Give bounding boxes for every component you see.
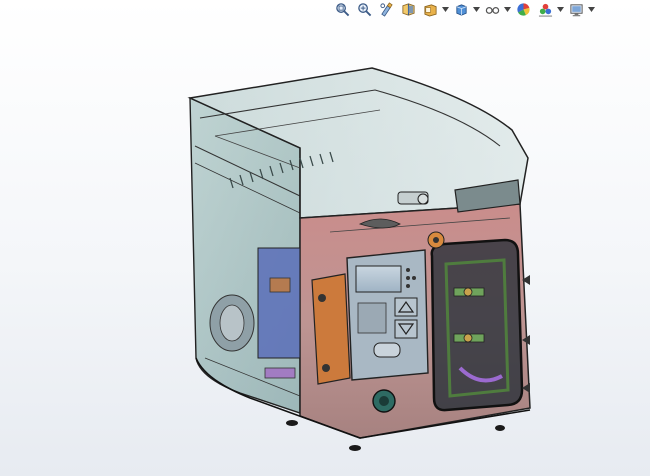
view-settings-button[interactable] xyxy=(566,1,586,17)
view-settings-dropdown[interactable] xyxy=(588,1,595,17)
apply-scene-button[interactable] xyxy=(535,1,555,17)
section-view-button[interactable] xyxy=(398,1,418,17)
chevron-down-icon xyxy=(442,6,449,12)
run-stop-key[interactable] xyxy=(373,342,401,358)
zoom-to-fit-button[interactable] xyxy=(332,1,352,17)
view-settings-icon xyxy=(569,3,583,16)
graphics-viewport[interactable] xyxy=(0,18,650,476)
previous-view-icon xyxy=(379,1,393,17)
chevron-down-icon xyxy=(504,6,511,12)
zoom-to-fit-icon xyxy=(335,2,349,16)
hide-show-items-dropdown[interactable] xyxy=(504,1,511,17)
power-connector-knob[interactable] xyxy=(372,389,396,413)
section-view-icon xyxy=(401,2,415,16)
view-orientation-icon xyxy=(423,3,437,17)
tube-clamp[interactable] xyxy=(311,273,351,385)
edit-appearance-icon xyxy=(516,2,530,16)
edit-appearance-button[interactable] xyxy=(513,1,533,17)
apply-scene-dropdown[interactable] xyxy=(557,1,564,17)
cad-model-pump-assembly[interactable] xyxy=(0,18,650,476)
display-style-dropdown[interactable] xyxy=(473,1,480,17)
brand-logo-area xyxy=(357,302,387,334)
display-style-button[interactable] xyxy=(451,1,471,17)
chevron-down-icon xyxy=(588,6,595,12)
chevron-down-icon xyxy=(557,6,564,12)
zoom-to-area-button[interactable] xyxy=(354,1,374,17)
down-arrow-button[interactable] xyxy=(394,319,418,339)
lcd-screen xyxy=(355,265,402,293)
previous-view-button[interactable] xyxy=(376,1,396,17)
view-orientation-button[interactable] xyxy=(420,1,440,17)
hide-show-items-icon xyxy=(485,6,499,14)
apply-scene-icon xyxy=(538,3,552,17)
hide-show-items-button[interactable] xyxy=(482,1,502,17)
view-orientation-dropdown[interactable] xyxy=(442,1,449,17)
zoom-to-area-icon xyxy=(357,2,371,16)
control-display-module[interactable] xyxy=(346,249,429,381)
chevron-down-icon xyxy=(473,6,480,12)
pump-head-window[interactable] xyxy=(430,238,524,412)
up-arrow-button[interactable] xyxy=(394,297,418,317)
display-style-icon xyxy=(455,3,467,16)
heads-up-view-toolbar xyxy=(332,0,650,18)
